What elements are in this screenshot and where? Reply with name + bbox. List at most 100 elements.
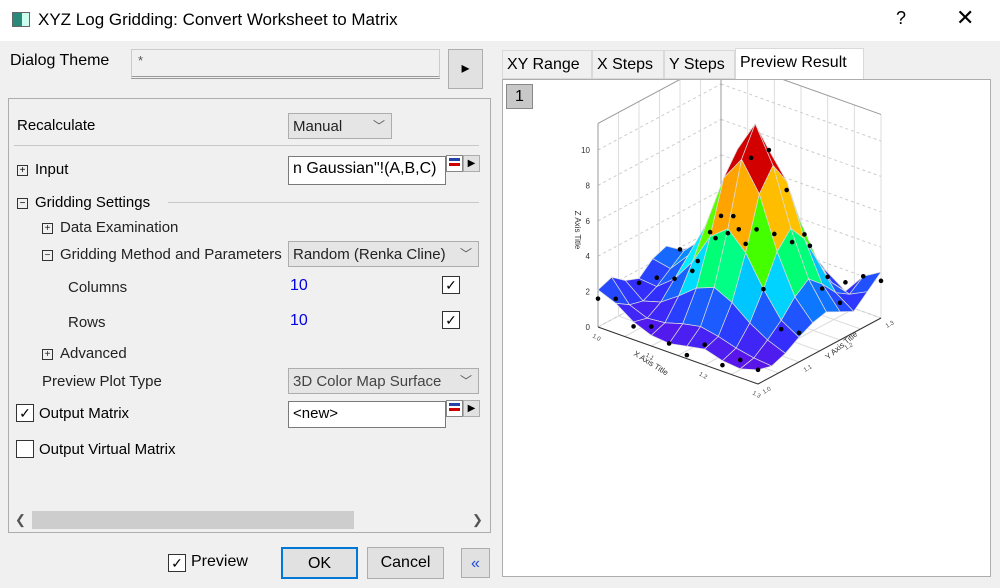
data-point [748, 155, 754, 161]
data-point [654, 275, 660, 281]
tab-preview-result[interactable]: Preview Result [735, 48, 864, 80]
data-point [784, 187, 789, 193]
expand-icon[interactable]: + [42, 349, 53, 360]
preview-plot-type-dropdown[interactable]: 3D Color Map Surface ﹀ [288, 368, 479, 394]
dialog-theme-input[interactable]: * [131, 49, 440, 79]
data-point [878, 278, 884, 284]
data-point [713, 235, 718, 241]
z-axis-title: Z Axis Title [573, 211, 582, 250]
preview-checkbox[interactable]: ✓ [168, 554, 186, 572]
data-point [819, 286, 825, 291]
data-point [789, 239, 795, 245]
divider [168, 202, 479, 203]
collapse-icon[interactable]: − [17, 198, 28, 209]
y-tick-label: 1.1 [803, 364, 814, 374]
preview-label: Preview [191, 553, 248, 570]
data-point [725, 230, 731, 236]
data-point [743, 241, 748, 247]
output-matrix-field[interactable]: <new> [288, 401, 446, 428]
gridding-method-label: Gridding Method and Parameters [60, 246, 282, 263]
tab-x-steps[interactable]: X Steps [592, 50, 664, 79]
horizontal-scrollbar[interactable]: ❮ ❯ [9, 509, 490, 531]
preview-plot-type-value: 3D Color Map Surface [293, 373, 442, 390]
input-range-field[interactable]: n Gaussian"!(A,B,C) [288, 156, 446, 185]
chevron-down-icon: ﹀ [459, 247, 472, 261]
z-tick-label: 0 [586, 323, 591, 332]
columns-checkbox[interactable]: ✓ [442, 276, 460, 294]
select-range-icon[interactable] [446, 400, 463, 417]
data-point [707, 229, 713, 235]
data-point [666, 341, 672, 346]
scroll-right-icon[interactable]: ❯ [472, 512, 483, 528]
data-examination-row[interactable]: + Data Examination [42, 219, 178, 236]
preview-panel: 1 0 2 4 6 8 10 1.0 1.1 1.2 1.3 1.0 1.1 1.2 1.3 X Axis … [502, 79, 991, 577]
data-point [755, 367, 761, 373]
z-tick-label: 4 [586, 252, 591, 261]
surface-plot: 02468101.01.11.21.3 1.01.11.21.3X Axis Ti… [573, 80, 896, 401]
tab-xy-range[interactable]: XY Range [502, 50, 592, 79]
data-point [718, 213, 724, 219]
data-point [672, 276, 677, 282]
data-point [754, 227, 759, 232]
app-icon [12, 12, 30, 27]
advanced-row[interactable]: + Advanced [42, 345, 127, 362]
output-virtual-matrix-label: Output Virtual Matrix [39, 441, 176, 458]
input-label: Input [35, 161, 69, 178]
recalculate-label: Recalculate [17, 117, 96, 134]
y-tick-label: 1.0 [762, 386, 773, 396]
chevron-down-icon: ﹀ [372, 119, 385, 133]
data-point [772, 231, 777, 237]
columns-label: Columns [68, 279, 128, 296]
ok-button[interactable]: OK [281, 547, 358, 579]
expand-icon[interactable]: + [17, 165, 28, 176]
data-point [778, 326, 784, 332]
close-button[interactable]: ✕ [956, 5, 974, 31]
gridding-method-row[interactable]: − Gridding Method and Parameters [42, 246, 282, 263]
help-button[interactable]: ? [896, 8, 906, 29]
z-tick-label: 2 [586, 288, 591, 297]
data-point [737, 357, 743, 363]
input-range-value: n Gaussian"!(A,B,C) [293, 160, 437, 177]
gridding-settings-header[interactable]: − Gridding Settings [17, 194, 150, 211]
data-point [702, 342, 707, 347]
output-matrix-checkbox[interactable]: ✓ [16, 404, 34, 422]
recalculate-dropdown[interactable]: Manual ﹀ [288, 113, 392, 139]
theme-menu-button[interactable]: ▸ [448, 49, 483, 89]
rows-value[interactable]: 10 [290, 312, 308, 330]
output-menu-arrow-icon[interactable]: ▶ [463, 400, 480, 417]
divider [14, 145, 479, 146]
x-tick-label: 1.2 [698, 372, 709, 382]
data-point [802, 232, 807, 237]
data-point [807, 243, 813, 249]
input-row[interactable]: + Input [17, 161, 68, 178]
data-point [613, 296, 619, 302]
rows-checkbox[interactable]: ✓ [442, 311, 460, 329]
data-point [695, 258, 701, 264]
cancel-button[interactable]: Cancel [367, 547, 444, 579]
gridding-method-value: Random (Renka Cline) [293, 246, 446, 263]
x-tick-label: 1.3 [751, 391, 762, 401]
data-point [720, 362, 725, 368]
tab-y-steps[interactable]: Y Steps [664, 50, 735, 79]
scrollbar-thumb[interactable] [32, 511, 354, 529]
data-point [649, 324, 654, 329]
input-menu-arrow-icon[interactable]: ▶ [463, 155, 480, 172]
x-tick-label: 1.0 [591, 334, 602, 344]
data-point [595, 296, 601, 301]
collapse-panel-button[interactable]: « [461, 548, 490, 578]
scroll-left-icon[interactable]: ❮ [15, 512, 26, 528]
columns-value[interactable]: 10 [290, 277, 308, 295]
data-point [766, 147, 772, 153]
expand-icon[interactable]: + [42, 223, 53, 234]
z-tick-label: 6 [586, 217, 591, 226]
gridding-method-dropdown[interactable]: Random (Renka Cline) ﹀ [288, 241, 479, 267]
data-point [731, 213, 736, 219]
output-virtual-matrix-checkbox[interactable] [16, 440, 34, 458]
data-point [690, 268, 695, 274]
select-range-icon[interactable] [446, 155, 463, 172]
data-point [636, 280, 642, 286]
advanced-label: Advanced [60, 345, 127, 362]
collapse-icon[interactable]: − [42, 250, 53, 261]
window-title: XYZ Log Gridding: Convert Worksheet to M… [38, 10, 398, 29]
data-point [825, 274, 830, 280]
